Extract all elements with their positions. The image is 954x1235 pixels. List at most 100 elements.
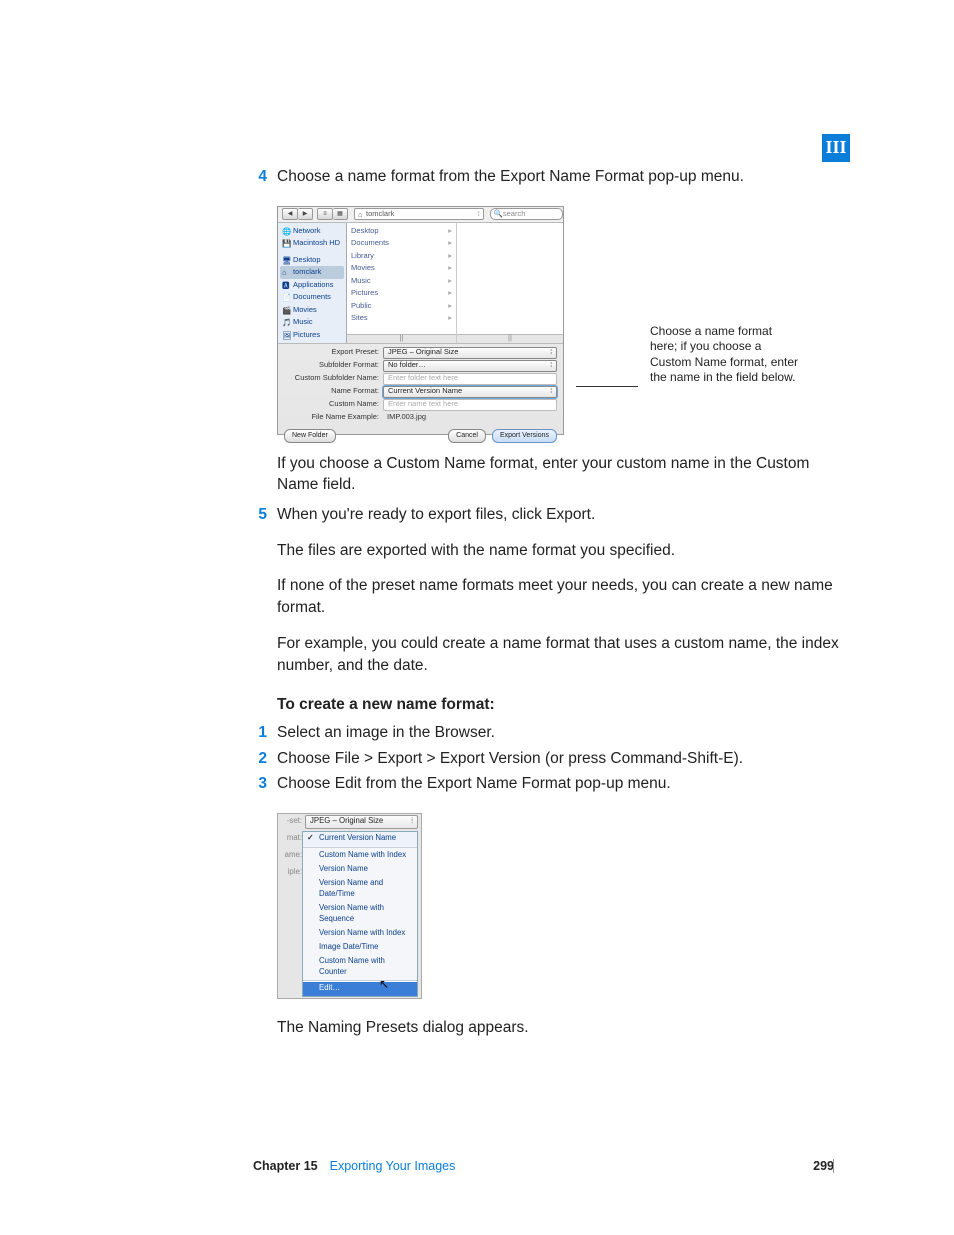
step-number: 5 — [253, 504, 267, 526]
nav-back-button[interactable]: ◀ — [282, 208, 298, 220]
new-folder-button[interactable]: New Folder — [284, 429, 336, 443]
body-paragraph: The files are exported with the name for… — [277, 540, 846, 562]
menu-item-version-sequence[interactable]: Version Name with Sequence — [303, 901, 417, 926]
step-2: 2 Choose File > Export > Export Version … — [253, 748, 846, 770]
sidebar-item-music[interactable]: 🎵Music — [280, 316, 344, 329]
sidebar: 🌐Network 💾Macintosh HD 🖥Desktop ⌂tomclar… — [278, 223, 347, 343]
name-label-trunc: ame: — [278, 850, 305, 861]
sidebar-item-documents[interactable]: 📄Documents — [280, 291, 344, 304]
step-number: 2 — [253, 748, 267, 770]
export-preset-select[interactable]: JPEG – Original Size⦙ — [305, 815, 418, 829]
folder-music[interactable]: Music▸ — [349, 275, 454, 288]
apps-icon: 🅰 — [282, 281, 290, 289]
stepper-icon: ⦙ — [478, 209, 480, 220]
sidebar-item-movies[interactable]: 🎬Movies — [280, 304, 344, 317]
doc-icon: 📄 — [282, 293, 290, 301]
search-field[interactable]: 🔍 search — [490, 208, 563, 220]
folder-documents[interactable]: Documents▸ — [349, 237, 454, 250]
export-preset-select[interactable]: JPEG – Original Size⦙ — [383, 347, 557, 359]
menu-item-custom-index[interactable]: Custom Name with Index — [303, 849, 417, 863]
name-format-label: Name Format: — [284, 386, 379, 397]
folder-desktop[interactable]: Desktop▸ — [349, 225, 454, 238]
menu-item-image-datetime[interactable]: Image Date/Time — [303, 940, 417, 954]
nav-forward-button[interactable]: ▶ — [298, 208, 313, 220]
body-paragraph: If none of the preset name formats meet … — [277, 575, 846, 618]
example-label-trunc: iple: — [278, 867, 305, 878]
scrollbar[interactable]: || — [347, 334, 456, 343]
step-text: Choose Edit from the Export Name Format … — [277, 773, 846, 795]
procedure-heading: To create a new name format: — [277, 694, 846, 716]
name-format-select[interactable]: Current Version Name⦙ — [383, 386, 557, 398]
chevron-right-icon: ▸ — [448, 263, 452, 274]
browser-column-2: || — [457, 223, 563, 343]
scrollbar[interactable]: || — [457, 334, 563, 343]
chevron-right-icon: ▸ — [448, 238, 452, 249]
sidebar-item-macintosh-hd[interactable]: 💾Macintosh HD — [280, 237, 344, 250]
menu-item-version-name[interactable]: Version Name — [303, 863, 417, 877]
chevron-right-icon: ▸ — [448, 313, 452, 324]
section-tab: III — [822, 134, 850, 162]
step-5: 5 When you're ready to export files, cli… — [253, 504, 846, 526]
view-list-button[interactable]: ≡ — [317, 208, 333, 220]
body-paragraph: If you choose a Custom Name format, ente… — [277, 453, 846, 496]
path-selector[interactable]: ⌂ tomclark ⦙ — [354, 208, 484, 220]
menu-separator — [303, 980, 417, 981]
export-versions-button[interactable]: Export Versions — [492, 429, 557, 443]
sidebar-item-pictures[interactable]: 🖼Pictures — [280, 329, 344, 342]
subfolder-format-select[interactable]: No folder…⦙ — [383, 360, 557, 372]
desktop-icon: 🖥 — [282, 256, 290, 264]
folder-movies[interactable]: Movies▸ — [349, 262, 454, 275]
folder-public[interactable]: Public▸ — [349, 300, 454, 313]
figure-export-dialog: ◀ ▶ ≡ ▦ ⌂ tomclark ⦙ 🔍 search — [277, 206, 846, 435]
custom-subfolder-label: Custom Subfolder Name: — [284, 373, 379, 384]
preset-label-trunc: -set: — [278, 816, 305, 827]
step-3: 3 Choose Edit from the Export Name Forma… — [253, 773, 846, 795]
export-preset-label: Export Preset: — [284, 347, 379, 358]
body-paragraph: The Naming Presets dialog appears. — [277, 1017, 846, 1039]
step-text: Choose File > Export > Export Version (o… — [277, 748, 846, 770]
folder-pictures[interactable]: Pictures▸ — [349, 287, 454, 300]
file-name-example: IMP.003.jpg — [383, 412, 557, 423]
disk-icon: 💾 — [282, 239, 290, 247]
stepper-icon: ⦙ — [411, 816, 413, 827]
subfolder-format-label: Subfolder Format: — [284, 360, 379, 371]
callout-leader — [576, 386, 638, 388]
export-dialog: ◀ ▶ ≡ ▦ ⌂ tomclark ⦙ 🔍 search — [277, 206, 564, 435]
step-text: Select an image in the Browser. — [277, 722, 846, 744]
cancel-button[interactable]: Cancel — [448, 429, 486, 443]
menu-item-custom-counter[interactable]: Custom Name with Counter — [303, 954, 417, 979]
folder-sites[interactable]: Sites▸ — [349, 312, 454, 325]
name-format-popup: -set: JPEG – Original Size⦙ mat: ame: ip… — [277, 813, 422, 999]
search-icon: 🔍 — [494, 209, 503, 220]
chevron-right-icon: ▸ — [448, 226, 452, 237]
chevron-right-icon: ▸ — [448, 288, 452, 299]
export-options: Export Preset: JPEG – Original Size⦙ Subf… — [278, 344, 563, 426]
path-label: tomclark — [366, 209, 394, 220]
custom-subfolder-input[interactable]: Enter folder text here — [383, 373, 557, 385]
file-name-example-label: File Name Example: — [284, 412, 379, 423]
dialog-toolbar: ◀ ▶ ≡ ▦ ⌂ tomclark ⦙ 🔍 search — [278, 207, 563, 223]
sidebar-item-network[interactable]: 🌐Network — [280, 225, 344, 238]
sidebar-item-desktop[interactable]: 🖥Desktop — [280, 254, 344, 267]
step-number: 4 — [253, 166, 267, 188]
menu-item-version-datetime[interactable]: Version Name and Date/Time — [303, 877, 417, 902]
custom-name-input[interactable]: Enter name text here — [383, 399, 557, 411]
custom-name-label: Custom Name: — [284, 399, 379, 410]
music-icon: 🎵 — [282, 318, 290, 326]
figure-callout: Choose a name format here; if you choose… — [650, 324, 800, 386]
sidebar-item-tomclark[interactable]: ⌂tomclark — [280, 266, 344, 279]
step-text: Choose a name format from the Export Nam… — [277, 166, 846, 188]
chevron-right-icon: ▸ — [448, 276, 452, 287]
footer-separator — [833, 1159, 834, 1173]
name-format-menu[interactable]: Current Version Name Custom Name with In… — [302, 831, 418, 997]
chevron-right-icon: ▸ — [448, 251, 452, 262]
picture-icon: 🖼 — [282, 331, 290, 339]
view-grid-button[interactable]: ▦ — [333, 208, 348, 220]
folder-library[interactable]: Library▸ — [349, 250, 454, 263]
chevron-right-icon: ▸ — [448, 301, 452, 312]
body-paragraph: For example, you could create a name for… — [277, 633, 846, 676]
menu-item-edit[interactable]: Edit… — [303, 982, 417, 996]
menu-item-version-index[interactable]: Version Name with Index — [303, 926, 417, 940]
menu-item-current-version[interactable]: Current Version Name — [303, 832, 417, 846]
sidebar-item-applications[interactable]: 🅰Applications — [280, 279, 344, 292]
